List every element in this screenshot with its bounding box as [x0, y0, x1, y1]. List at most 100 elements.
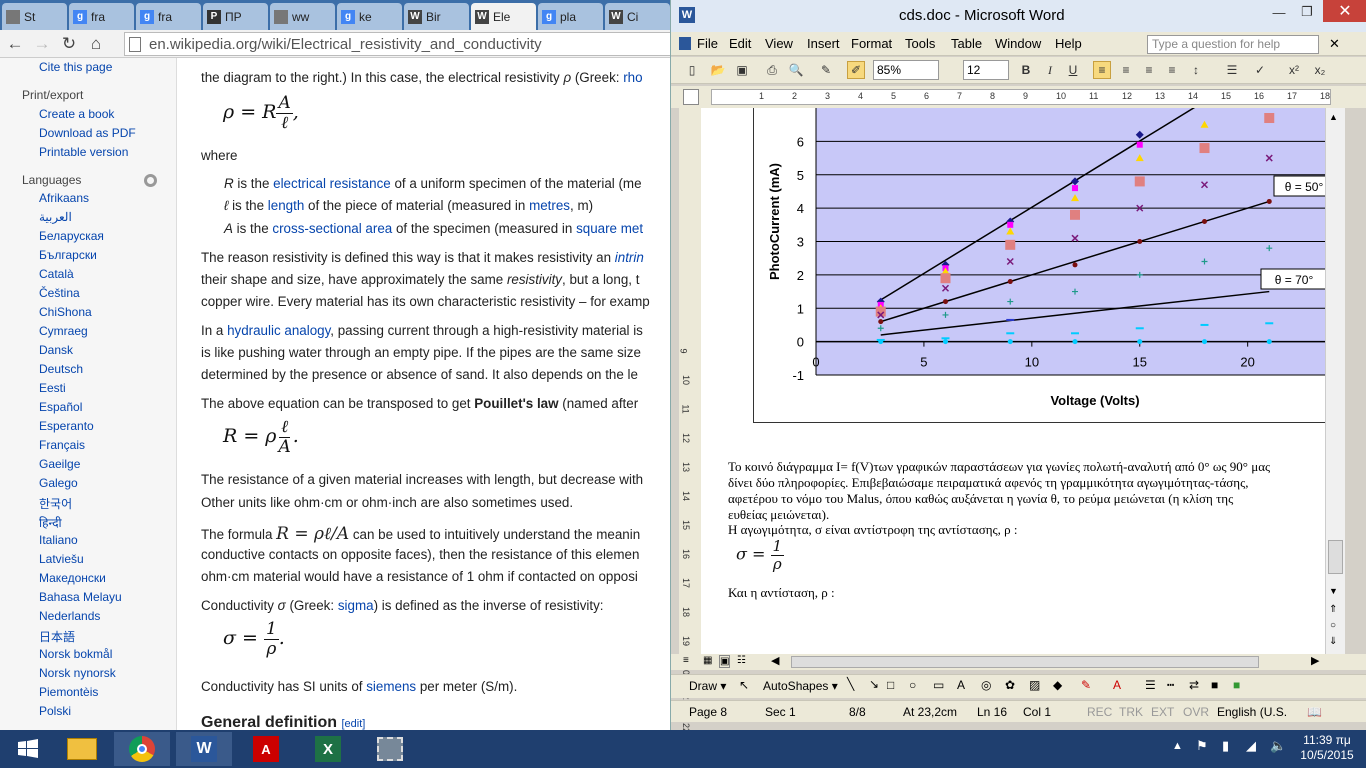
- language-link[interactable]: Dansk: [39, 343, 73, 357]
- browser-tab[interactable]: W Ele: [471, 3, 536, 30]
- back-icon[interactable]: ←: [3, 32, 27, 56]
- next-page-icon[interactable]: ⇓: [1329, 636, 1337, 647]
- language-link[interactable]: Català: [39, 267, 74, 281]
- language-link[interactable]: Piemontèis: [39, 685, 98, 699]
- scroll-thumb[interactable]: [1328, 540, 1343, 574]
- rectangle-icon[interactable]: □: [887, 678, 894, 692]
- menu-file[interactable]: File: [697, 36, 718, 51]
- gear-icon[interactable]: [144, 174, 157, 187]
- language-link[interactable]: Bahasa Melayu: [39, 590, 122, 604]
- outline-view-icon[interactable]: ☷: [737, 655, 746, 666]
- browser-tab[interactable]: g pla: [538, 3, 603, 30]
- browser-tab[interactable]: W Ci: [605, 3, 670, 30]
- bold-icon[interactable]: B: [1017, 61, 1035, 79]
- language-link[interactable]: Gaeilge: [39, 457, 80, 471]
- zoom-select[interactable]: 85%: [873, 60, 939, 80]
- subscript-icon[interactable]: x₂: [1311, 61, 1329, 79]
- superscript-icon[interactable]: x²: [1285, 61, 1303, 79]
- scroll-down-icon[interactable]: ▼: [1329, 586, 1338, 596]
- language-link[interactable]: العربية: [39, 210, 72, 224]
- document-page[interactable]: -1 0 1 2 3 4 5 6 0 5 10 15 20 Voltage (Volts) PhotoCur…: [701, 108, 1325, 654]
- battery-icon[interactable]: ▮: [1222, 738, 1229, 754]
- scroll-right-icon[interactable]: ▶: [1311, 654, 1319, 667]
- font-color-icon[interactable]: A: [1113, 678, 1121, 692]
- bullets-icon[interactable]: ☰: [1223, 61, 1241, 79]
- browser-tab[interactable]: ww: [270, 3, 335, 30]
- tray-up-icon[interactable]: ▲: [1172, 740, 1183, 752]
- language-link[interactable]: Беларуская: [39, 229, 104, 243]
- flag-icon[interactable]: ⚑: [1196, 738, 1208, 754]
- underline-icon[interactable]: U: [1064, 61, 1082, 79]
- scroll-up-icon[interactable]: ▲: [1329, 112, 1338, 122]
- ruler-track[interactable]: 1 2 3 4 5 6 7 8 9 10 11 12 13 14 15 16 17 18: [711, 89, 1331, 105]
- excel-icon[interactable]: X: [300, 732, 356, 766]
- volume-icon[interactable]: 🔈: [1270, 738, 1286, 754]
- menu-window[interactable]: Window: [995, 36, 1041, 51]
- spelling-icon[interactable]: ✓: [1251, 61, 1269, 79]
- status-ovr[interactable]: OVR: [1183, 705, 1209, 719]
- print-item[interactable]: Printable version: [39, 145, 128, 159]
- file-explorer-icon[interactable]: [54, 732, 110, 766]
- language-link[interactable]: Galego: [39, 476, 78, 490]
- vertical-scrollbar[interactable]: ▲ ▼ ⇑ ○ ⇓: [1325, 108, 1345, 654]
- language-link[interactable]: 日本語: [39, 628, 75, 645]
- line-icon[interactable]: ╲: [847, 677, 854, 691]
- screenshot-tool-icon[interactable]: [362, 732, 418, 766]
- picture-icon[interactable]: ▨: [1029, 678, 1040, 692]
- shadow-icon[interactable]: ■: [1211, 678, 1218, 692]
- align-right-icon[interactable]: ≡: [1140, 61, 1158, 79]
- language-link[interactable]: Norsk nynorsk: [39, 666, 116, 680]
- start-windows-icon[interactable]: [0, 732, 56, 766]
- menu-tools[interactable]: Tools: [905, 36, 935, 51]
- reload-icon[interactable]: ↻: [57, 32, 81, 56]
- menu-insert[interactable]: Insert: [807, 36, 840, 51]
- diagram-icon[interactable]: ◎: [981, 678, 991, 692]
- arrow-icon[interactable]: ↘: [869, 677, 879, 691]
- browser-tab[interactable]: g ke: [337, 3, 402, 30]
- link[interactable]: rho: [623, 70, 642, 85]
- h-scroll-thumb[interactable]: [791, 656, 1259, 668]
- print-preview-icon[interactable]: 🔍: [787, 61, 805, 79]
- web-view-icon[interactable]: ▦: [703, 655, 712, 666]
- language-link[interactable]: Cymraeg: [39, 324, 88, 338]
- language-link[interactable]: Latviešu: [39, 552, 84, 566]
- language-link[interactable]: Български: [39, 248, 97, 262]
- fill-color-icon[interactable]: ◆: [1053, 678, 1062, 692]
- print-view-icon[interactable]: ▣: [719, 655, 731, 668]
- language-link[interactable]: Español: [39, 400, 82, 414]
- home-icon[interactable]: ⌂: [84, 32, 108, 56]
- language-link[interactable]: हिन्दी: [39, 514, 62, 531]
- cite-link[interactable]: Cite this page: [39, 60, 112, 74]
- horizontal-scrollbar[interactable]: ≡ ▦ ▣ ☷ ◀ ▶: [671, 654, 1366, 670]
- select-pointer-icon[interactable]: ↖: [739, 678, 749, 692]
- forward-icon[interactable]: →: [30, 32, 54, 56]
- language-link[interactable]: Esperanto: [39, 419, 94, 433]
- menu-edit[interactable]: Edit: [729, 36, 751, 51]
- browser-tab[interactable]: P ΠΡ: [203, 3, 268, 30]
- help-search-input[interactable]: Type a question for help: [1147, 35, 1319, 54]
- browser-tab[interactable]: W Bir: [404, 3, 469, 30]
- format-painter-icon[interactable]: ✎: [817, 61, 835, 79]
- restore-icon[interactable]: ❐: [1293, 2, 1321, 22]
- language-link[interactable]: Македонски: [39, 571, 106, 585]
- prev-page-icon[interactable]: ⇑: [1329, 604, 1337, 615]
- language-link[interactable]: Eesti: [39, 381, 66, 395]
- browser-tab[interactable]: g fra: [136, 3, 201, 30]
- word-icon[interactable]: W: [176, 732, 232, 766]
- oval-icon[interactable]: ○: [909, 678, 916, 692]
- browse-object-icon[interactable]: ○: [1330, 620, 1336, 631]
- chrome-icon[interactable]: [114, 732, 170, 766]
- align-left-icon[interactable]: ≡: [1093, 61, 1111, 79]
- line-spacing-icon[interactable]: ↕: [1187, 61, 1205, 79]
- dash-style-icon[interactable]: ┅: [1167, 678, 1174, 692]
- tab-selector[interactable]: [683, 89, 699, 105]
- browser-tab[interactable]: St: [2, 3, 67, 30]
- status-language[interactable]: English (U.S.: [1217, 705, 1287, 719]
- drawing-toggle-icon[interactable]: ✐: [847, 61, 865, 79]
- menu-table[interactable]: Table: [951, 36, 982, 51]
- open-icon[interactable]: 📂: [709, 61, 727, 79]
- print-item[interactable]: Download as PDF: [39, 126, 136, 140]
- language-link[interactable]: Français: [39, 438, 85, 452]
- language-link[interactable]: Nederlands: [39, 609, 100, 623]
- language-link[interactable]: Norsk bokmål: [39, 647, 112, 661]
